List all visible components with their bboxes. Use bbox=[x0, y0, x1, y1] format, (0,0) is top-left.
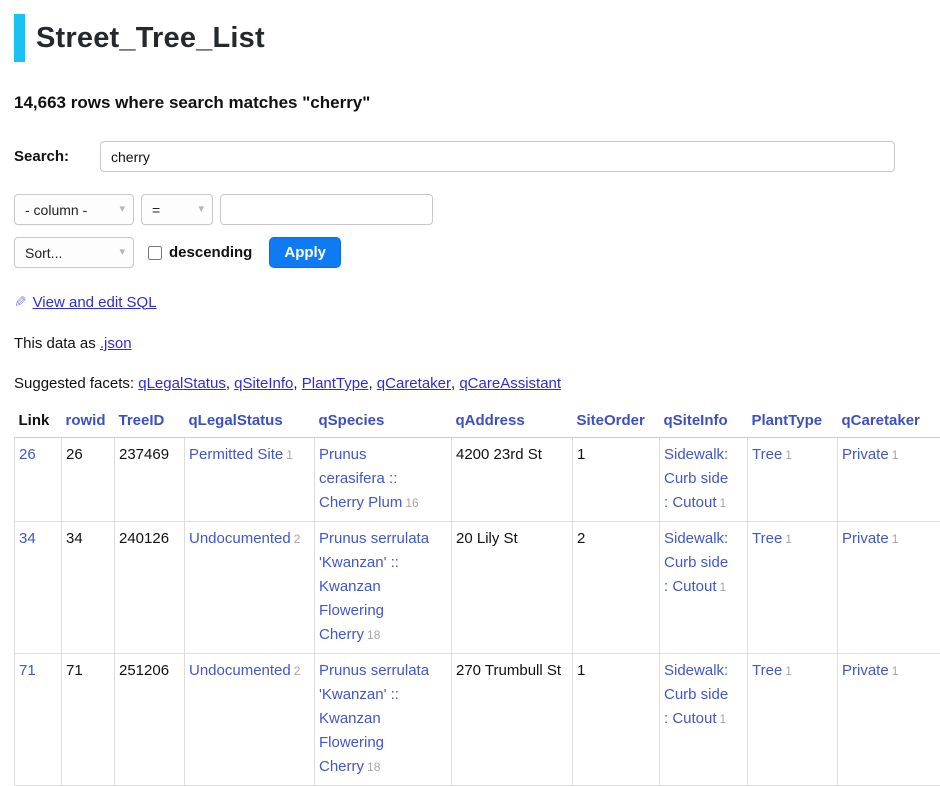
cell-treeid: 240126 bbox=[115, 522, 185, 654]
cell-rowid: 26 bbox=[62, 438, 115, 522]
cell-qsiteinfo: Sidewalk: Curb side : Cutout1 bbox=[660, 654, 748, 786]
apply-button[interactable]: Apply bbox=[269, 237, 341, 268]
cell-qspecies: Prunus cerasifera :: Cherry Plum16 bbox=[315, 438, 452, 522]
cell-treeid: 237469 bbox=[115, 438, 185, 522]
descending-wrap: descending bbox=[148, 244, 252, 261]
cell-qlegalstatus: Undocumented2 bbox=[185, 654, 315, 786]
cell-qaddress: 270 Trumbull St bbox=[452, 654, 573, 786]
cell-qcaretaker: Private1 bbox=[838, 654, 940, 786]
facet-link-qcareassistant[interactable]: qCareAssistant bbox=[459, 375, 561, 392]
chevron-down-icon: ▾ bbox=[119, 247, 125, 258]
column-header-qsiteinfo: qSiteInfo bbox=[660, 406, 748, 438]
data-as-prefix: This data as bbox=[14, 335, 100, 352]
cell-siteorder: 1 bbox=[573, 438, 660, 522]
search-input[interactable] bbox=[100, 141, 895, 172]
search-row: Search: bbox=[14, 141, 940, 172]
view-edit-sql-link[interactable]: View and edit SQL bbox=[33, 294, 157, 311]
cell-rowid: 71 bbox=[62, 654, 115, 786]
cell-qsiteinfo: Sidewalk: Curb side : Cutout1 bbox=[660, 522, 748, 654]
json-link[interactable]: .json bbox=[100, 335, 132, 352]
filter-row: - column - ▾ = ▾ bbox=[14, 194, 940, 225]
sort-row: Sort... ▾ descending Apply bbox=[14, 237, 940, 268]
cell-qsiteinfo: Sidewalk: Curb side : Cutout1 bbox=[660, 438, 748, 522]
cell-planttype: Tree1 bbox=[748, 438, 838, 522]
cell-qaddress: 4200 23rd St bbox=[452, 438, 573, 522]
filter-operator-select[interactable]: = ▾ bbox=[141, 194, 213, 225]
facet-link-planttype[interactable]: PlantType bbox=[302, 375, 377, 392]
cell-qcaretaker: Private1 bbox=[838, 438, 940, 522]
column-header-treeid: TreeID bbox=[115, 406, 185, 438]
cell-qaddress: 20 Lily St bbox=[452, 522, 573, 654]
page: Street_Tree_List 14,663 rows where searc… bbox=[0, 0, 940, 786]
table-row: 34 34 240126 Undocumented2 Prunus serrul… bbox=[15, 522, 940, 654]
cell-planttype: Tree1 bbox=[748, 522, 838, 654]
table-header-row: Link rowid TreeID qLegalStatus qSpecies … bbox=[15, 406, 940, 438]
sort-select-value: Sort... bbox=[25, 245, 62, 261]
column-header-rowid: rowid bbox=[62, 406, 115, 438]
sort-select[interactable]: Sort... ▾ bbox=[14, 237, 134, 268]
filter-value-input[interactable] bbox=[220, 194, 433, 225]
cell-link: 71 bbox=[15, 654, 62, 786]
cell-rowid: 34 bbox=[62, 522, 115, 654]
suggested-facets-row: Suggested facets: qLegalStatusqSiteInfoP… bbox=[14, 375, 940, 392]
cell-planttype: Tree1 bbox=[748, 654, 838, 786]
page-header: Street_Tree_List bbox=[14, 14, 940, 62]
pencil-icon: ✎ bbox=[14, 293, 27, 311]
column-header-link: Link bbox=[15, 406, 62, 438]
cell-treeid: 251206 bbox=[115, 654, 185, 786]
cell-qcaretaker: Private1 bbox=[838, 522, 940, 654]
cell-qspecies: Prunus serrulata 'Kwanzan' :: Kwanzan Fl… bbox=[315, 654, 452, 786]
descending-label: descending bbox=[169, 244, 252, 261]
filter-column-select[interactable]: - column - ▾ bbox=[14, 194, 134, 225]
column-header-planttype: PlantType bbox=[748, 406, 838, 438]
table-row: 71 71 251206 Undocumented2 Prunus serrul… bbox=[15, 654, 940, 786]
table-row: 26 26 237469 Permitted Site1 Prunus cera… bbox=[15, 438, 940, 522]
data-as-row: This data as .json bbox=[14, 335, 940, 352]
facet-link-qsiteinfo[interactable]: qSiteInfo bbox=[234, 375, 302, 392]
cell-siteorder: 2 bbox=[573, 522, 660, 654]
page-title: Street_Tree_List bbox=[36, 22, 265, 55]
column-header-siteorder: SiteOrder bbox=[573, 406, 660, 438]
accent-bar bbox=[14, 14, 25, 62]
search-label: Search: bbox=[14, 148, 100, 165]
cell-link: 34 bbox=[15, 522, 62, 654]
column-header-qlegalstatus: qLegalStatus bbox=[185, 406, 315, 438]
facet-link-qlegalstatus[interactable]: qLegalStatus bbox=[138, 375, 234, 392]
cell-qlegalstatus: Permitted Site1 bbox=[185, 438, 315, 522]
column-header-qspecies: qSpecies bbox=[315, 406, 452, 438]
cell-siteorder: 1 bbox=[573, 654, 660, 786]
cell-qlegalstatus: Undocumented2 bbox=[185, 522, 315, 654]
results-table: Link rowid TreeID qLegalStatus qSpecies … bbox=[14, 406, 940, 786]
filter-column-select-value: - column - bbox=[25, 202, 87, 218]
descending-checkbox[interactable] bbox=[148, 246, 162, 260]
chevron-down-icon: ▾ bbox=[198, 204, 204, 215]
row-count-summary: 14,663 rows where search matches "cherry… bbox=[14, 93, 940, 113]
filter-operator-select-value: = bbox=[152, 202, 160, 218]
facet-link-qcaretaker[interactable]: qCaretaker bbox=[377, 375, 460, 392]
chevron-down-icon: ▾ bbox=[119, 204, 125, 215]
column-header-qcaretaker: qCaretaker bbox=[838, 406, 940, 438]
cell-link: 26 bbox=[15, 438, 62, 522]
column-header-qaddress: qAddress bbox=[452, 406, 573, 438]
cell-qspecies: Prunus serrulata 'Kwanzan' :: Kwanzan Fl… bbox=[315, 522, 452, 654]
sql-link-row: ✎ View and edit SQL bbox=[14, 293, 940, 311]
facets-prefix: Suggested facets: bbox=[14, 375, 138, 392]
